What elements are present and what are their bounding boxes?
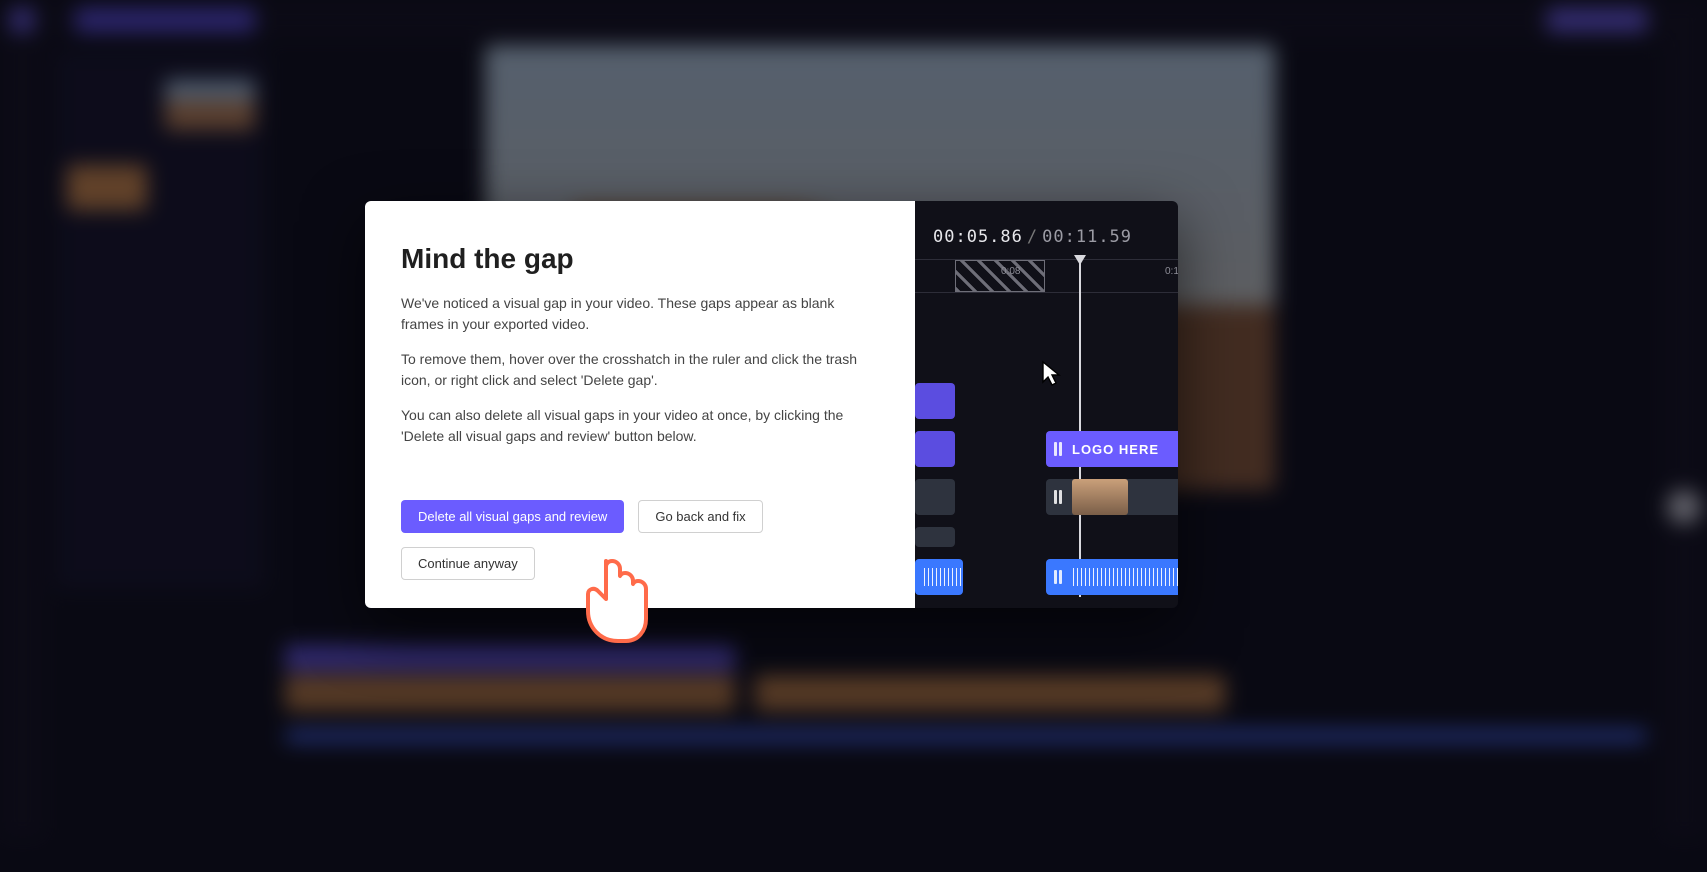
waveform-icon — [1072, 568, 1178, 586]
logo-clip[interactable]: LOGO HERE — [1046, 431, 1178, 467]
audio-clip[interactable] — [915, 559, 963, 595]
dialog-content: Mind the gap We've noticed a visual gap … — [365, 201, 915, 608]
waveform-icon — [923, 568, 963, 586]
bars-icon — [1054, 490, 1066, 504]
dialog-body: We've noticed a visual gap in your video… — [401, 293, 879, 461]
clip-label: LOGO HERE — [1072, 442, 1159, 457]
dialog-paragraph: To remove them, hover over the crosshatc… — [401, 349, 879, 391]
ruler-tick: 0:08 — [1001, 266, 1020, 277]
dialog-button-row: Delete all visual gaps and review Go bac… — [401, 500, 879, 580]
timeline-clip[interactable] — [915, 431, 955, 467]
video-clip[interactable] — [915, 479, 955, 515]
delete-gaps-button[interactable]: Delete all visual gaps and review — [401, 500, 624, 533]
video-clip-small[interactable] — [915, 527, 955, 547]
total-time: 00:11.59 — [1042, 227, 1132, 247]
timecode: 00:05.86/00:11.59 — [933, 227, 1132, 247]
playhead[interactable] — [1079, 257, 1081, 597]
clip-thumbnail — [1072, 479, 1128, 515]
bars-icon — [1054, 442, 1066, 456]
continue-anyway-button[interactable]: Continue anyway — [401, 547, 535, 580]
timeline-preview: 00:05.86/00:11.59 0:08 0:10 LOGO HERE — [915, 201, 1178, 608]
timeline-ruler[interactable]: 0:08 0:10 — [915, 259, 1178, 293]
ruler-tick: 0:10 — [1165, 266, 1178, 277]
crosshatch-icon[interactable] — [955, 260, 1045, 292]
current-time: 00:05.86 — [933, 227, 1023, 247]
mind-the-gap-dialog: Mind the gap We've noticed a visual gap … — [365, 201, 1178, 608]
dialog-paragraph: You can also delete all visual gaps in y… — [401, 405, 879, 447]
video-clip[interactable] — [1046, 479, 1178, 515]
audio-clip[interactable] — [1046, 559, 1178, 595]
go-back-button[interactable]: Go back and fix — [638, 500, 762, 533]
bars-icon — [1054, 570, 1066, 584]
dialog-paragraph: We've noticed a visual gap in your video… — [401, 293, 879, 335]
dialog-title: Mind the gap — [401, 243, 879, 275]
timeline-clip[interactable] — [915, 383, 955, 419]
